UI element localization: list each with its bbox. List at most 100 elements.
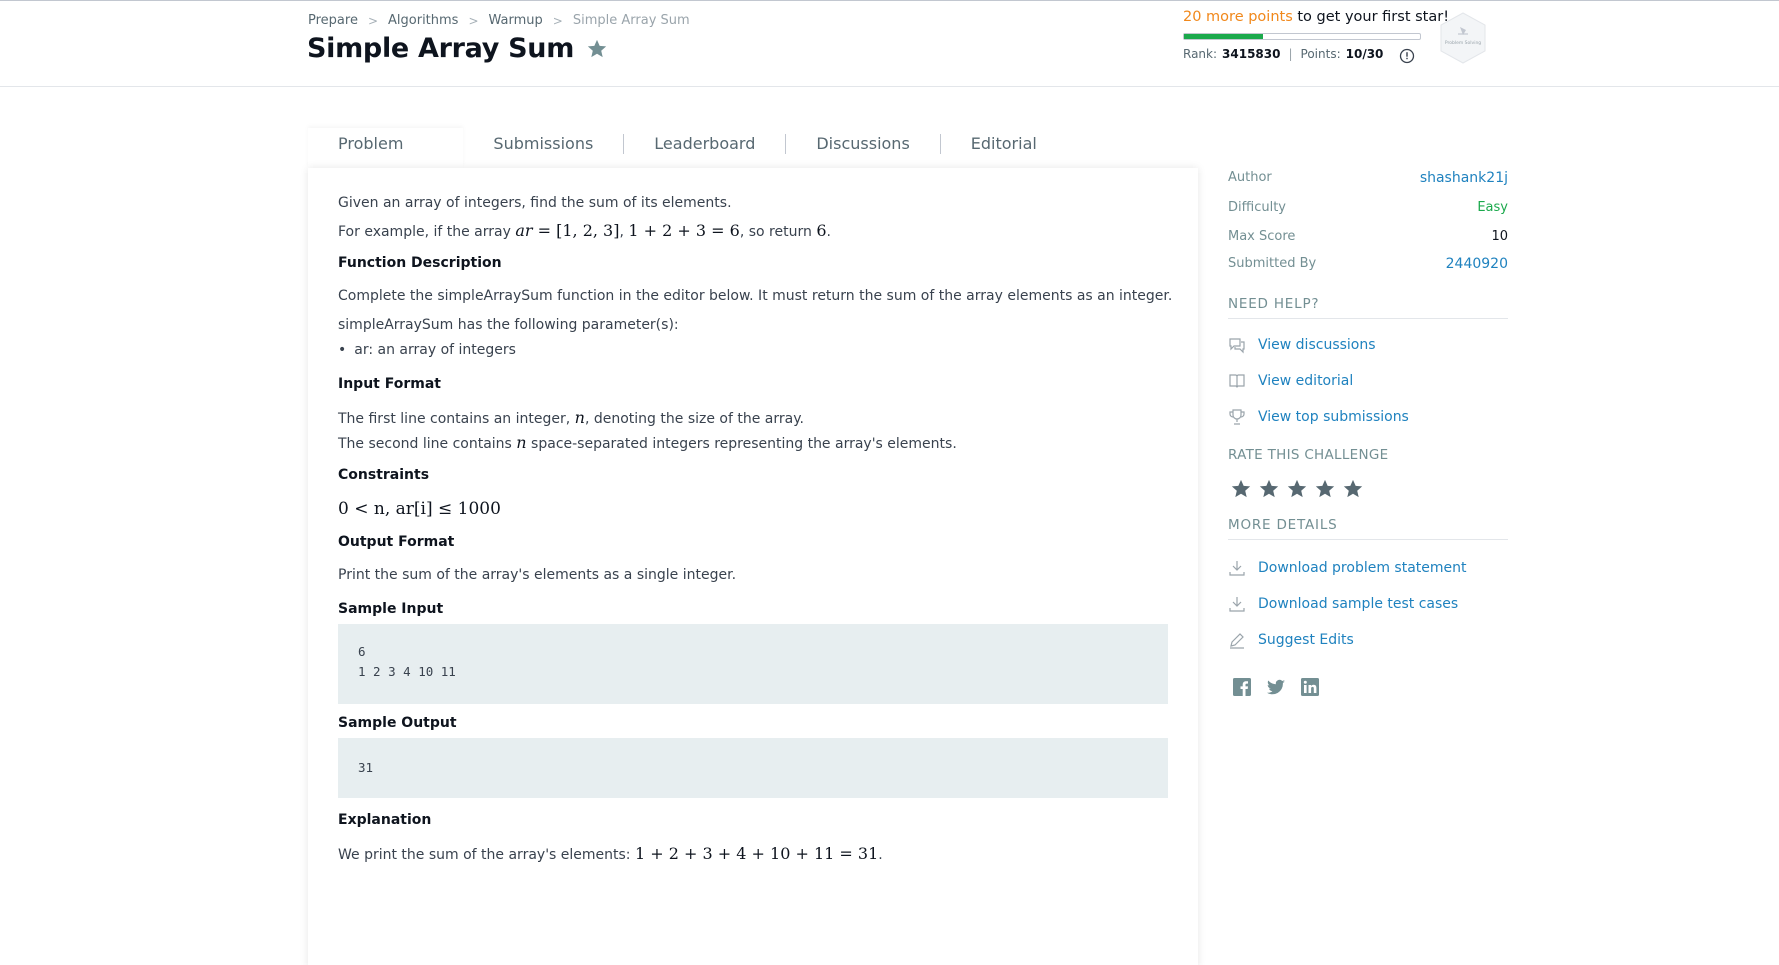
download-icon	[1229, 597, 1245, 612]
points-label: Points:	[1300, 47, 1341, 61]
tab-problem[interactable]: Problem	[308, 128, 464, 168]
math-ar-value: = [1, 2, 3]	[532, 221, 620, 240]
math-example-return: 6	[816, 221, 827, 240]
progress-message: 20 more points to get your first star!	[1183, 9, 1449, 25]
progress-message-rest: to get your first star!	[1292, 9, 1450, 25]
view-discussions-link[interactable]: View discussions	[1228, 336, 1376, 354]
view-editorial-label: View editorial	[1258, 373, 1354, 389]
math-example-sum: 1 + 2 + 3 = 6	[628, 221, 740, 240]
social-share	[1232, 677, 1320, 697]
function-description-heading: Function Description	[338, 255, 502, 271]
sample-input-line-1: 6	[358, 644, 366, 659]
author-row: Author shashank21j	[1228, 170, 1508, 186]
view-discussions-label: View discussions	[1258, 337, 1376, 353]
download-icon	[1229, 561, 1245, 576]
submitted-by-link[interactable]: 2440920	[1446, 256, 1508, 272]
difficulty-label: Difficulty	[1228, 200, 1286, 215]
input-line-1-a: The first line contains an integer,	[338, 411, 575, 427]
math-n: n	[516, 433, 526, 452]
constraints-heading: Constraints	[338, 467, 430, 483]
params-intro: simpleArraySum has the following paramet…	[338, 317, 679, 333]
rating-star-icon[interactable]	[1342, 478, 1364, 500]
math-ar: ar = [1, 2, 3]	[515, 221, 619, 240]
explanation-heading: Explanation	[338, 812, 432, 828]
book-icon	[1229, 374, 1245, 388]
problem-solving-badge-icon[interactable]	[1436, 10, 1490, 66]
chevron-right-icon: >	[468, 13, 479, 28]
sample-output-heading: Sample Output	[338, 715, 457, 731]
star-progress-fill	[1184, 34, 1263, 39]
download-sample-test-cases-label: Download sample test cases	[1258, 596, 1459, 612]
chevron-right-icon: >	[552, 13, 563, 28]
sample-input-line-2: 1 2 3 4 10 11	[358, 664, 456, 679]
sample-output-value: 31	[358, 760, 374, 775]
sample-input-heading: Sample Input	[338, 601, 444, 617]
rating-star-icon[interactable]	[1286, 478, 1308, 500]
more-details-heading: MORE DETAILS	[1228, 517, 1508, 540]
tab-submissions[interactable]: Submissions	[463, 128, 623, 168]
math-ar-var: ar	[515, 221, 533, 240]
tab-discussions[interactable]: Discussions	[786, 128, 939, 168]
difficulty-value: Easy	[1477, 200, 1508, 215]
suggest-edits-label: Suggest Edits	[1258, 632, 1354, 648]
twitter-icon[interactable]	[1266, 677, 1286, 697]
max-score-row: Max Score 10	[1228, 229, 1508, 244]
max-score-label: Max Score	[1228, 229, 1296, 244]
view-top-submissions-label: View top submissions	[1258, 409, 1409, 425]
input-line-1-b: , denoting the size of the array.	[584, 411, 804, 427]
rating-stars	[1230, 478, 1364, 500]
author-label: Author	[1228, 170, 1272, 185]
tab-leaderboard[interactable]: Leaderboard	[624, 128, 785, 168]
chevron-right-icon: >	[367, 13, 379, 28]
points-value: 10/30	[1345, 47, 1384, 61]
math-n-var: n	[516, 433, 527, 452]
constraint-formula: 0 < n, ar[i] ≤ 1000	[338, 499, 501, 519]
input-line-2-a: The second line contains	[338, 436, 517, 452]
problem-example: For example, if the array ar = [1, 2, 3]…	[338, 221, 831, 240]
divider: |	[1288, 47, 1293, 61]
explanation-prefix: We print the sum of the array's elements…	[338, 847, 635, 863]
difficulty-row: Difficulty Easy	[1228, 200, 1508, 215]
view-top-submissions-link[interactable]: View top submissions	[1228, 408, 1409, 426]
star-progress-bar	[1183, 33, 1421, 40]
rank-label: Rank:	[1183, 47, 1218, 61]
page-title-text: Simple Array Sum	[307, 33, 575, 64]
example-suffix: , so return	[739, 224, 817, 240]
input-line-1: The first line contains an integer, n, d…	[338, 408, 804, 427]
rating-star-icon[interactable]	[1314, 478, 1336, 500]
submitted-by-row: Submitted By 2440920	[1228, 256, 1508, 272]
breadcrumb-algorithms[interactable]: Algorithms	[388, 13, 458, 28]
facebook-icon[interactable]	[1232, 677, 1252, 697]
view-editorial-link[interactable]: View editorial	[1228, 372, 1353, 390]
input-line-2: The second line contains n space-separat…	[338, 433, 957, 452]
input-line-2-b: space-separated integers representing th…	[526, 436, 957, 452]
explanation-text: We print the sum of the array's elements…	[338, 844, 883, 863]
linkedin-icon[interactable]	[1300, 677, 1320, 697]
problem-intro: Given an array of integers, find the sum…	[338, 195, 732, 211]
rating-star-icon[interactable]	[1230, 478, 1252, 500]
bookmark-star-icon[interactable]	[586, 38, 608, 60]
download-sample-test-cases-link[interactable]: Download sample test cases	[1228, 595, 1458, 613]
download-problem-statement-link[interactable]: Download problem statement	[1228, 559, 1467, 577]
tab-editorial[interactable]: Editorial	[941, 128, 1067, 168]
rank-value: 3415830	[1222, 47, 1281, 61]
challenge-header: Prepare > Algorithms > Warmup > Simple A…	[0, 1, 1779, 87]
breadcrumb: Prepare > Algorithms > Warmup > Simple A…	[308, 13, 690, 28]
download-problem-statement-label: Download problem statement	[1258, 560, 1467, 576]
breadcrumb-current: Simple Array Sum	[572, 13, 690, 28]
suggest-edits-link[interactable]: Suggest Edits	[1228, 631, 1354, 649]
page-title: Simple Array Sum	[307, 33, 608, 64]
explanation-suffix: .	[878, 847, 883, 863]
math-n: n	[575, 408, 585, 427]
breadcrumb-warmup[interactable]: Warmup	[489, 13, 543, 28]
challenge-tabs: Problem Submissions Leaderboard Discussi…	[308, 128, 1067, 168]
breadcrumb-prepare[interactable]: Prepare	[308, 13, 358, 28]
need-help-heading: NEED HELP?	[1228, 296, 1508, 319]
output-format-heading: Output Format	[338, 534, 455, 550]
trophy-icon	[1229, 409, 1245, 425]
rating-star-icon[interactable]	[1258, 478, 1280, 500]
author-link[interactable]: shashank21j	[1420, 170, 1508, 186]
info-icon[interactable]	[1399, 48, 1415, 64]
rate-challenge-heading: RATE THIS CHALLENGE	[1228, 447, 1389, 463]
output-format-desc: Print the sum of the array's elements as…	[338, 567, 737, 583]
